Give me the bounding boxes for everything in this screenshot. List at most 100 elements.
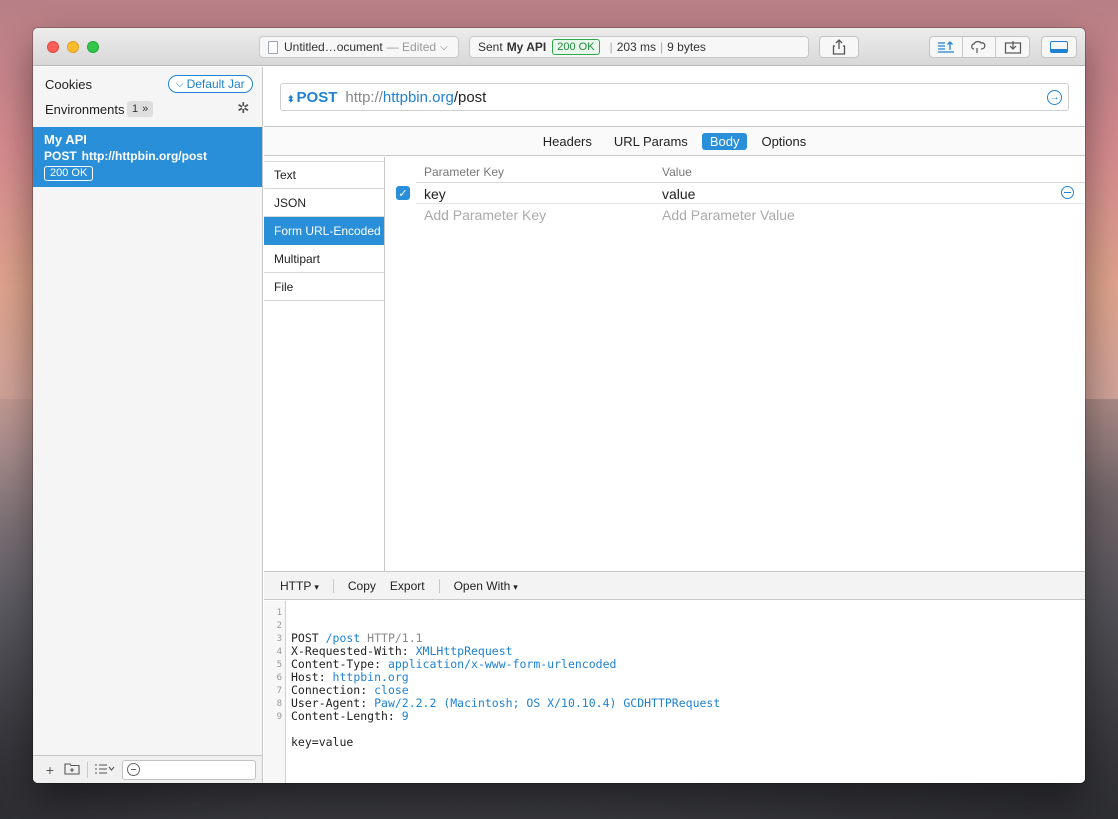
- copy-button[interactable]: Copy: [348, 579, 376, 593]
- divider: |: [609, 40, 613, 54]
- environments-label: Environments: [45, 102, 125, 117]
- line-text: key=value: [291, 735, 354, 749]
- request-tabs: Headers URL Params Body Options: [264, 126, 1085, 156]
- sidebar-request-my-api[interactable]: My API POST http://httpbin.org/post 200 O…: [33, 127, 262, 187]
- column-header-key: Parameter Key: [424, 165, 505, 179]
- body-type-list: Text JSON Form URL-Encoded Multipart Fil…: [264, 157, 385, 571]
- code-line: 5 Connection: close: [264, 658, 409, 697]
- divider: [438, 578, 440, 593]
- cookie-jar-value: Default Jar: [186, 77, 245, 91]
- title-bar: Untitled…ocument — Edited ⌵ Sent My API …: [33, 28, 1085, 66]
- add-param-value-field[interactable]: Add Parameter Value: [662, 207, 795, 223]
- gear-icon[interactable]: ✲: [237, 99, 250, 117]
- zoom-window-button[interactable]: [87, 41, 99, 53]
- request-url: http://httpbin.org/post: [81, 149, 207, 163]
- url-scheme: http://: [345, 88, 383, 106]
- param-enabled-checkbox[interactable]: ✓: [396, 186, 410, 200]
- request-status-bar: Sent My API 200 OK | 203 ms | 9 bytes: [469, 36, 809, 58]
- chevron-down-icon: ▾: [513, 581, 518, 592]
- chevron-down-icon: ⌵: [176, 78, 184, 90]
- chevron-down-icon: ⌵: [440, 41, 448, 53]
- sort-menu-button[interactable]: [92, 762, 118, 778]
- layout-icon: [1050, 41, 1068, 53]
- header-value: 9: [401, 709, 409, 723]
- open-with-label: Open With: [453, 578, 511, 593]
- cloud-chat-icon: [971, 41, 986, 53]
- code-line: 4 Host: httpbin.org: [264, 645, 409, 684]
- response-size: 9 bytes: [667, 40, 706, 54]
- tab-headers[interactable]: Headers: [535, 133, 600, 150]
- response-duration: 203 ms: [616, 40, 657, 54]
- http-preview: 1 POST /post HTTP/1.1 2 X-Requested-With…: [264, 601, 1085, 783]
- share-icon: [832, 39, 846, 55]
- header-value: XMLHttpRequest: [415, 644, 513, 658]
- param-key[interactable]: key: [424, 186, 446, 202]
- open-with-menu[interactable]: Open With ▾: [454, 579, 518, 593]
- add-group-button[interactable]: [61, 762, 83, 778]
- header-value: Paw/2.2.2 (Macintosh; OS X/10.10.4) GCDH…: [374, 696, 721, 710]
- param-value[interactable]: value: [662, 186, 695, 202]
- add-param-key-field[interactable]: Add Parameter Key: [424, 207, 546, 223]
- request-method: POST: [44, 149, 77, 163]
- app-window: Untitled…ocument — Edited ⌵ Sent My API …: [33, 28, 1085, 783]
- divider: |: [660, 40, 664, 54]
- method-selector[interactable]: ⬍ POST: [287, 89, 337, 106]
- code-line: 1 POST /post HTTP/1.1: [264, 606, 423, 645]
- body-type-json[interactable]: JSON: [264, 189, 384, 217]
- filter-field[interactable]: [122, 759, 256, 780]
- line-number: 9: [276, 712, 282, 722]
- document-name: Untitled…ocument: [284, 40, 383, 54]
- url-bar[interactable]: ⬍ POST http://httpbin.org/post →: [280, 83, 1069, 111]
- filter-icon: [127, 763, 140, 776]
- sent-label: Sent: [478, 40, 503, 54]
- list-sort-icon: [95, 763, 115, 774]
- send-arrow-icon[interactable]: →: [1047, 90, 1062, 105]
- column-header-value: Value: [662, 165, 692, 179]
- sidebar: Cookies ⌵ Default Jar Environments 1 » ✲…: [33, 67, 263, 783]
- layout-toggle-button[interactable]: [1041, 36, 1077, 58]
- body-type-form-url-encoded[interactable]: Form URL-Encoded: [264, 217, 384, 245]
- remove-param-icon[interactable]: [1061, 186, 1074, 199]
- http-path: /post: [325, 631, 361, 645]
- request-summary: POST http://httpbin.org/post: [44, 148, 251, 164]
- body-type-text[interactable]: Text: [264, 161, 384, 189]
- table-row: ✓ key value: [396, 183, 1085, 204]
- divider: [87, 761, 88, 778]
- tab-url-params[interactable]: URL Params: [606, 133, 696, 150]
- document-state: — Edited: [386, 40, 437, 54]
- chevron-down-icon: ▾: [314, 581, 319, 592]
- new-param-row: Add Parameter Key Add Parameter Value: [416, 204, 1085, 225]
- header-value: httpbin.org: [332, 670, 409, 684]
- extensions-button[interactable]: [963, 37, 996, 57]
- environments-count: 1: [132, 103, 139, 115]
- code-line: 8: [264, 697, 319, 710]
- main-panel: ⬍ POST http://httpbin.org/post → Headers …: [264, 67, 1085, 783]
- code-line: 7 Content-Length: 9: [264, 684, 409, 723]
- document-title[interactable]: Untitled…ocument — Edited ⌵: [259, 36, 459, 58]
- header-value: application/x-www-form-urlencoded: [387, 657, 617, 671]
- request-name: My API: [44, 132, 87, 147]
- share-button[interactable]: [819, 36, 859, 58]
- cookie-jar-select[interactable]: ⌵ Default Jar: [168, 75, 253, 93]
- format-select[interactable]: HTTP ▾: [280, 579, 319, 593]
- import-button[interactable]: [996, 37, 1029, 57]
- add-request-button[interactable]: +: [39, 762, 61, 778]
- chevron-right-icon: »: [142, 103, 149, 115]
- status-badge: 200 OK: [552, 39, 600, 55]
- request-lines-icon: [938, 41, 954, 53]
- close-window-button[interactable]: [47, 41, 59, 53]
- body-type-file[interactable]: File: [264, 273, 384, 301]
- http-preview-toolbar: HTTP ▾ Copy Export Open With ▾: [264, 571, 1085, 600]
- tab-body[interactable]: Body: [701, 132, 748, 150]
- up-down-icon: ⬍: [287, 93, 295, 104]
- request-view-button[interactable]: [930, 37, 963, 57]
- environments-selector[interactable]: 1 »: [127, 101, 154, 117]
- minimize-window-button[interactable]: [67, 41, 79, 53]
- sent-request-name: My API: [506, 40, 547, 54]
- body-type-multipart[interactable]: Multipart: [264, 245, 384, 273]
- export-button[interactable]: Export: [390, 579, 425, 593]
- divider: [332, 578, 334, 593]
- tab-options[interactable]: Options: [753, 133, 814, 150]
- code-line: 2 X-Requested-With: XMLHttpRequest: [264, 619, 513, 658]
- sidebar-toolbar: +: [33, 755, 262, 783]
